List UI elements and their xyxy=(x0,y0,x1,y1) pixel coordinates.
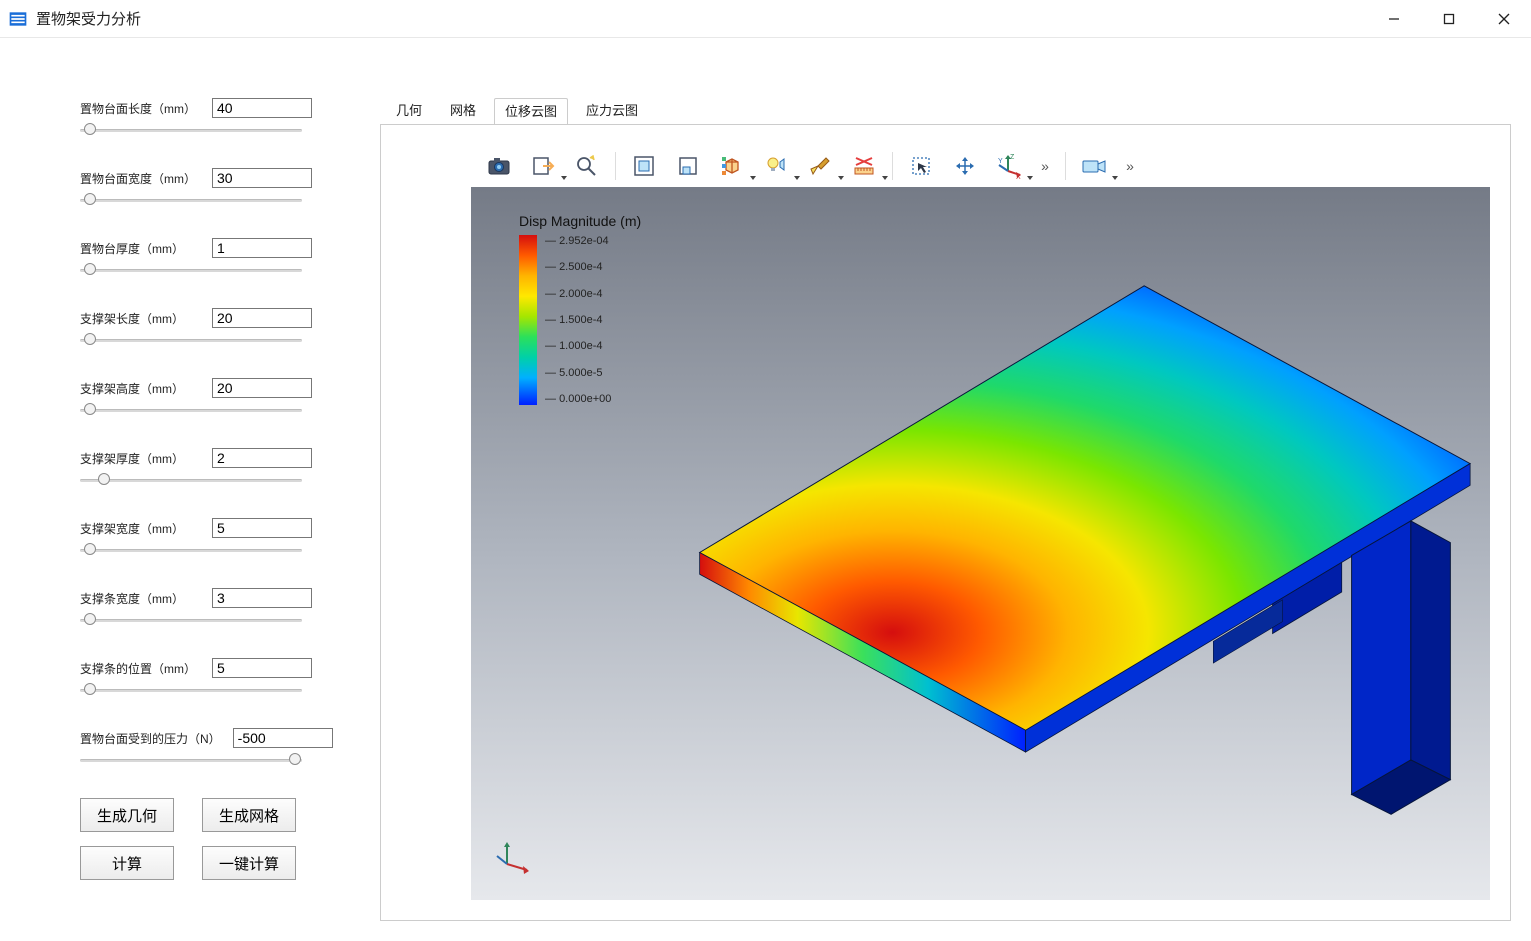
view-tab[interactable]: 几何 xyxy=(386,98,432,124)
view-tabs: 几何网格位移云图应力云图 xyxy=(380,98,1511,124)
frame-icon[interactable] xyxy=(624,148,664,184)
param-slider[interactable] xyxy=(80,682,302,700)
param-slider[interactable] xyxy=(80,472,302,490)
render-viewport[interactable]: ZYX » » Disp Magnitude (m) xyxy=(471,145,1490,900)
param-slider[interactable] xyxy=(80,612,302,630)
param-group: 支撑架厚度（mm） xyxy=(80,448,340,490)
param-input[interactable] xyxy=(212,308,312,328)
view-tab[interactable]: 应力云图 xyxy=(576,98,648,124)
brush-icon[interactable] xyxy=(800,148,840,184)
select-box-icon[interactable] xyxy=(901,148,941,184)
zoom-probe-icon[interactable] xyxy=(567,148,607,184)
param-label: 支撑架厚度（mm） xyxy=(80,450,200,467)
param-slider[interactable] xyxy=(80,752,302,770)
axes-icon[interactable]: ZY X xyxy=(989,148,1029,184)
close-button[interactable] xyxy=(1476,0,1531,38)
param-input[interactable] xyxy=(212,378,312,398)
param-slider[interactable] xyxy=(80,192,302,210)
param-label: 置物台面受到的压力（N） xyxy=(80,730,221,747)
param-group: 置物台面受到的压力（N） xyxy=(80,728,340,770)
param-label: 支撑架长度（mm） xyxy=(80,310,200,327)
titlebar: 置物架受力分析 xyxy=(0,0,1531,38)
param-group: 置物台厚度（mm） xyxy=(80,238,340,280)
param-input[interactable] xyxy=(212,98,312,118)
parameters-panel: 置物台面长度（mm） 置物台面宽度（mm） 置物台厚度（mm） 支撑架长度（mm… xyxy=(0,58,380,921)
viewer-frame: ZYX » » Disp Magnitude (m) xyxy=(380,124,1511,921)
param-input[interactable] xyxy=(233,728,333,748)
maximize-button[interactable] xyxy=(1421,0,1476,38)
param-label: 支撑架宽度（mm） xyxy=(80,520,200,537)
param-group: 支撑架高度（mm） xyxy=(80,378,340,420)
view-tab[interactable]: 网格 xyxy=(440,98,486,124)
ruler-icon[interactable] xyxy=(844,148,884,184)
param-slider[interactable] xyxy=(80,402,302,420)
param-input[interactable] xyxy=(212,588,312,608)
param-label: 支撑条宽度（mm） xyxy=(80,590,200,607)
param-label: 支撑条的位置（mm） xyxy=(80,660,200,677)
lightbulb-icon[interactable] xyxy=(756,148,796,184)
param-label: 置物台厚度（mm） xyxy=(80,240,200,257)
param-group: 支撑架长度（mm） xyxy=(80,308,340,350)
legend-colorbar xyxy=(519,235,537,405)
app-icon xyxy=(8,9,28,29)
param-input[interactable] xyxy=(212,518,312,538)
svg-text:X: X xyxy=(1016,174,1021,179)
param-input[interactable] xyxy=(212,238,312,258)
param-label: 置物台面长度（mm） xyxy=(80,100,200,117)
isometric-icon[interactable] xyxy=(712,148,752,184)
compute-button[interactable]: 计算 xyxy=(80,846,174,880)
param-slider[interactable] xyxy=(80,542,302,560)
param-slider[interactable] xyxy=(80,262,302,280)
camera2-icon[interactable] xyxy=(1074,148,1114,184)
param-group: 支撑条的位置（mm） xyxy=(80,658,340,700)
camera-icon[interactable] xyxy=(479,148,519,184)
box-icon[interactable] xyxy=(668,148,708,184)
param-input[interactable] xyxy=(212,448,312,468)
param-input[interactable] xyxy=(212,168,312,188)
toolbar-overflow-icon[interactable]: » xyxy=(1033,158,1057,174)
param-label: 支撑架高度（mm） xyxy=(80,380,200,397)
generate-geometry-button[interactable]: 生成几何 xyxy=(80,798,174,832)
param-input[interactable] xyxy=(212,658,312,678)
generate-mesh-button[interactable]: 生成网格 xyxy=(202,798,296,832)
move-icon[interactable] xyxy=(945,148,985,184)
param-group: 支撑架宽度（mm） xyxy=(80,518,340,560)
param-group: 置物台面长度（mm） xyxy=(80,98,340,140)
minimize-button[interactable] xyxy=(1366,0,1421,38)
axis-gizmo-icon xyxy=(495,836,535,876)
view-tab[interactable]: 位移云图 xyxy=(494,98,568,124)
toolbar-overflow2-icon[interactable]: » xyxy=(1118,158,1142,174)
param-label: 置物台面宽度（mm） xyxy=(80,170,200,187)
export-icon[interactable] xyxy=(523,148,563,184)
param-slider[interactable] xyxy=(80,122,302,140)
param-group: 置物台面宽度（mm） xyxy=(80,168,340,210)
svg-text:Y: Y xyxy=(998,158,1003,165)
one-click-compute-button[interactable]: 一键计算 xyxy=(202,846,296,880)
window-title: 置物架受力分析 xyxy=(36,8,141,29)
fea-render xyxy=(591,225,1480,880)
svg-text:Z: Z xyxy=(1010,154,1015,161)
param-group: 支撑条宽度（mm） xyxy=(80,588,340,630)
paraview-toolbar: ZY X » » xyxy=(471,145,1490,187)
param-slider[interactable] xyxy=(80,332,302,350)
